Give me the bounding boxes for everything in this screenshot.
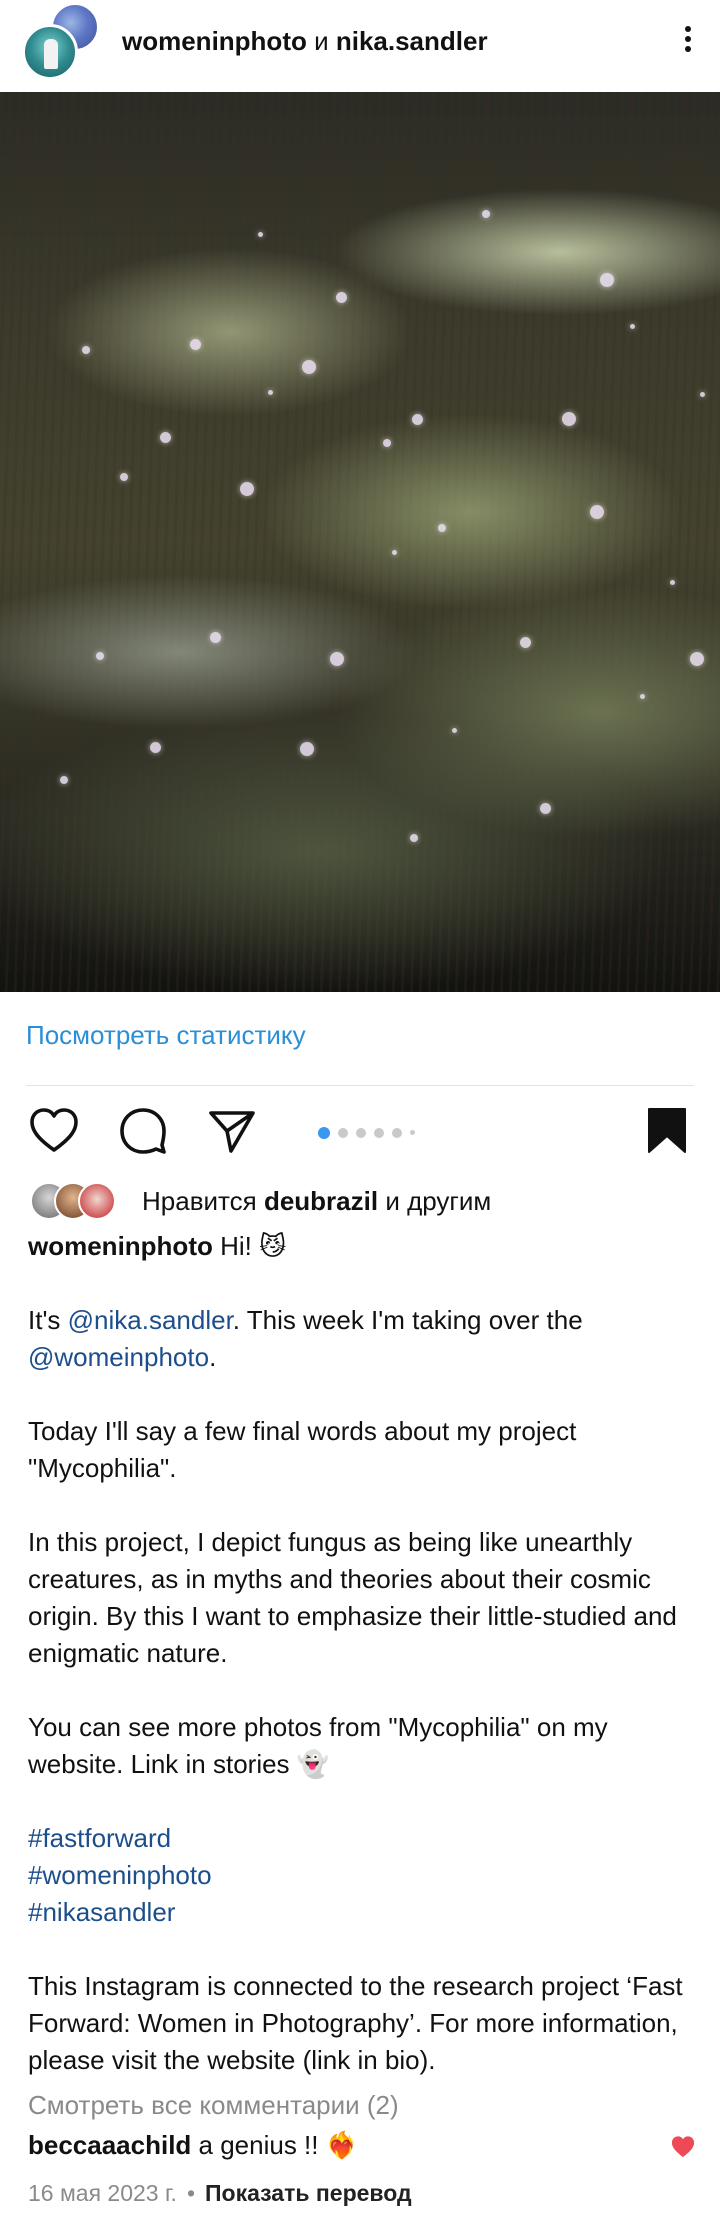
likes-suffix: и другим bbox=[378, 1186, 492, 1216]
mention-link[interactable]: @womeinphoto bbox=[28, 1342, 209, 1372]
meta-separator: • bbox=[186, 2180, 196, 2206]
spore-speck bbox=[60, 776, 68, 784]
spore-speck bbox=[690, 652, 704, 666]
spore-speck bbox=[120, 473, 128, 481]
comment-like-button[interactable] bbox=[670, 2134, 696, 2160]
spore-speck bbox=[452, 728, 457, 733]
mention-link[interactable]: @nika.sandler bbox=[68, 1305, 233, 1335]
save-button[interactable] bbox=[640, 1104, 694, 1158]
carousel-indicator bbox=[318, 1124, 423, 1139]
spore-speck bbox=[210, 632, 221, 643]
spore-speck bbox=[150, 742, 161, 753]
comment-button[interactable] bbox=[116, 1104, 170, 1158]
caption-text: . This week I'm taking over the bbox=[232, 1305, 583, 1335]
carousel-dot bbox=[356, 1127, 366, 1138]
carousel-dot bbox=[318, 1126, 330, 1139]
spore-speck bbox=[258, 232, 263, 237]
send-icon bbox=[209, 1111, 255, 1153]
spore-speck bbox=[190, 339, 201, 350]
spore-speck bbox=[160, 432, 171, 443]
heart-icon bbox=[30, 1108, 78, 1152]
author-joiner: и bbox=[306, 26, 336, 56]
divider bbox=[26, 1085, 694, 1086]
coauthor-username[interactable]: nika.sandler bbox=[336, 26, 488, 56]
share-button[interactable] bbox=[205, 1104, 259, 1158]
collab-avatars[interactable] bbox=[22, 2, 108, 80]
spore-speck bbox=[412, 414, 423, 425]
caption-text: . bbox=[209, 1342, 217, 1372]
caption-author[interactable]: womeninphoto bbox=[28, 1231, 213, 1261]
view-all-comments-link[interactable]: Смотреть все комментарии (2) bbox=[28, 2090, 399, 2121]
spore-speck bbox=[383, 439, 391, 447]
spore-speck bbox=[392, 550, 397, 555]
spore-speck bbox=[590, 505, 604, 519]
likes-row[interactable]: Нравится deubrazil и другим bbox=[30, 1182, 690, 1222]
spore-speck bbox=[336, 292, 347, 303]
spore-speck bbox=[600, 273, 614, 287]
likes-prefix: Нравится bbox=[142, 1186, 264, 1216]
post-photo[interactable] bbox=[0, 92, 720, 992]
spore-speck bbox=[82, 346, 90, 354]
likes-text: Нравится deubrazil и другим bbox=[142, 1186, 491, 1217]
liker-avatar bbox=[78, 1182, 116, 1220]
spore-speck bbox=[482, 210, 490, 218]
carousel-dot bbox=[392, 1127, 402, 1138]
spore-speck bbox=[438, 524, 446, 532]
caption-paragraph: Today I'll say a few final words about m… bbox=[28, 1416, 577, 1483]
hashtag-link[interactable]: #womeninphoto bbox=[28, 1857, 696, 1894]
hashtag-link[interactable]: #nikasandler bbox=[28, 1894, 696, 1931]
spore-speck bbox=[540, 803, 551, 814]
post-header: womeninphoto и nika.sandler bbox=[0, 0, 720, 92]
caption-greeting: Hi! 😼 bbox=[212, 1231, 287, 1261]
avatar[interactable] bbox=[22, 24, 78, 80]
view-insights-link[interactable]: Посмотреть статистику bbox=[26, 1020, 306, 1051]
liker-username[interactable]: deubrazil bbox=[264, 1186, 378, 1216]
more-options-icon[interactable] bbox=[678, 22, 698, 58]
spore-speck bbox=[630, 324, 635, 329]
author-username[interactable]: womeninphoto bbox=[122, 26, 307, 56]
carousel-dot bbox=[374, 1127, 384, 1138]
spore-speck bbox=[700, 392, 705, 397]
comment-icon bbox=[120, 1108, 166, 1154]
post-meta: 16 мая 2023 г. • Показать перевод bbox=[28, 2180, 412, 2207]
show-translation-button[interactable]: Показать перевод bbox=[205, 2180, 412, 2206]
comment-row: beccaaachild a genius !! ❤️‍🔥 bbox=[28, 2130, 696, 2161]
post-authors: womeninphoto и nika.sandler bbox=[122, 24, 488, 58]
spore-speck bbox=[300, 742, 314, 756]
post-date: 16 мая 2023 г. bbox=[28, 2180, 177, 2206]
carousel-dot bbox=[410, 1130, 415, 1136]
spore-speck bbox=[302, 360, 316, 374]
spore-speck bbox=[240, 482, 254, 496]
caption-paragraph: In this project, I depict fungus as bein… bbox=[28, 1527, 677, 1668]
spore-speck bbox=[520, 637, 531, 648]
like-button[interactable] bbox=[27, 1104, 81, 1158]
spore-speck bbox=[640, 694, 645, 699]
heart-filled-icon bbox=[671, 2136, 695, 2158]
caption-text: It's bbox=[28, 1305, 68, 1335]
commenter-username[interactable]: beccaaachild bbox=[28, 2130, 191, 2160]
caption-paragraph: You can see more photos from "Mycophilia… bbox=[28, 1712, 608, 1779]
spore-speck bbox=[96, 652, 104, 660]
carousel-dot bbox=[338, 1127, 348, 1138]
spore-speck bbox=[268, 390, 273, 395]
hashtag-link[interactable]: #fastforward bbox=[28, 1820, 696, 1857]
caption-paragraph: This Instagram is connected to the resea… bbox=[28, 1971, 683, 2075]
spore-speck bbox=[410, 834, 418, 842]
post-caption: womeninphoto Hi! 😼 It's @nika.sandler. T… bbox=[28, 1228, 696, 2079]
spore-speck bbox=[562, 412, 576, 426]
spore-speck bbox=[670, 580, 675, 585]
bookmark-icon bbox=[648, 1108, 686, 1153]
spore-speck bbox=[330, 652, 344, 666]
comment-text: a genius !! ❤️‍🔥 bbox=[191, 2130, 359, 2160]
